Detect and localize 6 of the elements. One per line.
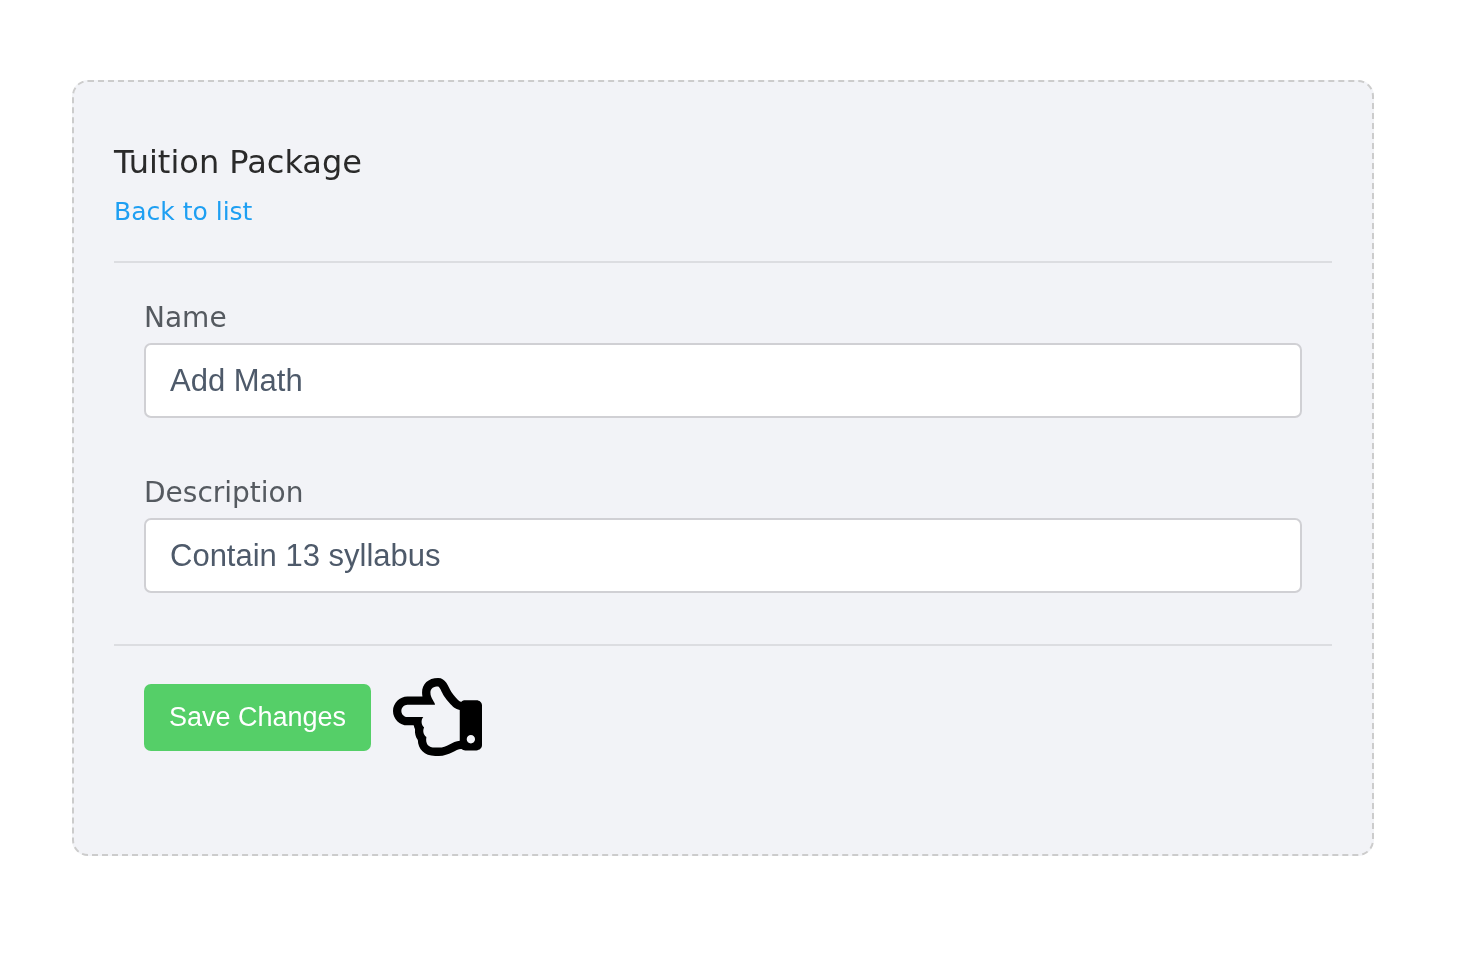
text-field[interactable]: Contain 13 syllabus bbox=[144, 518, 1302, 593]
text-field[interactable]: Add Math bbox=[144, 343, 1302, 418]
field-label: Description bbox=[144, 476, 304, 510]
field-label: Name bbox=[144, 301, 227, 335]
page-title: Tuition Package bbox=[114, 142, 362, 182]
pointing-hand-icon bbox=[393, 678, 483, 756]
